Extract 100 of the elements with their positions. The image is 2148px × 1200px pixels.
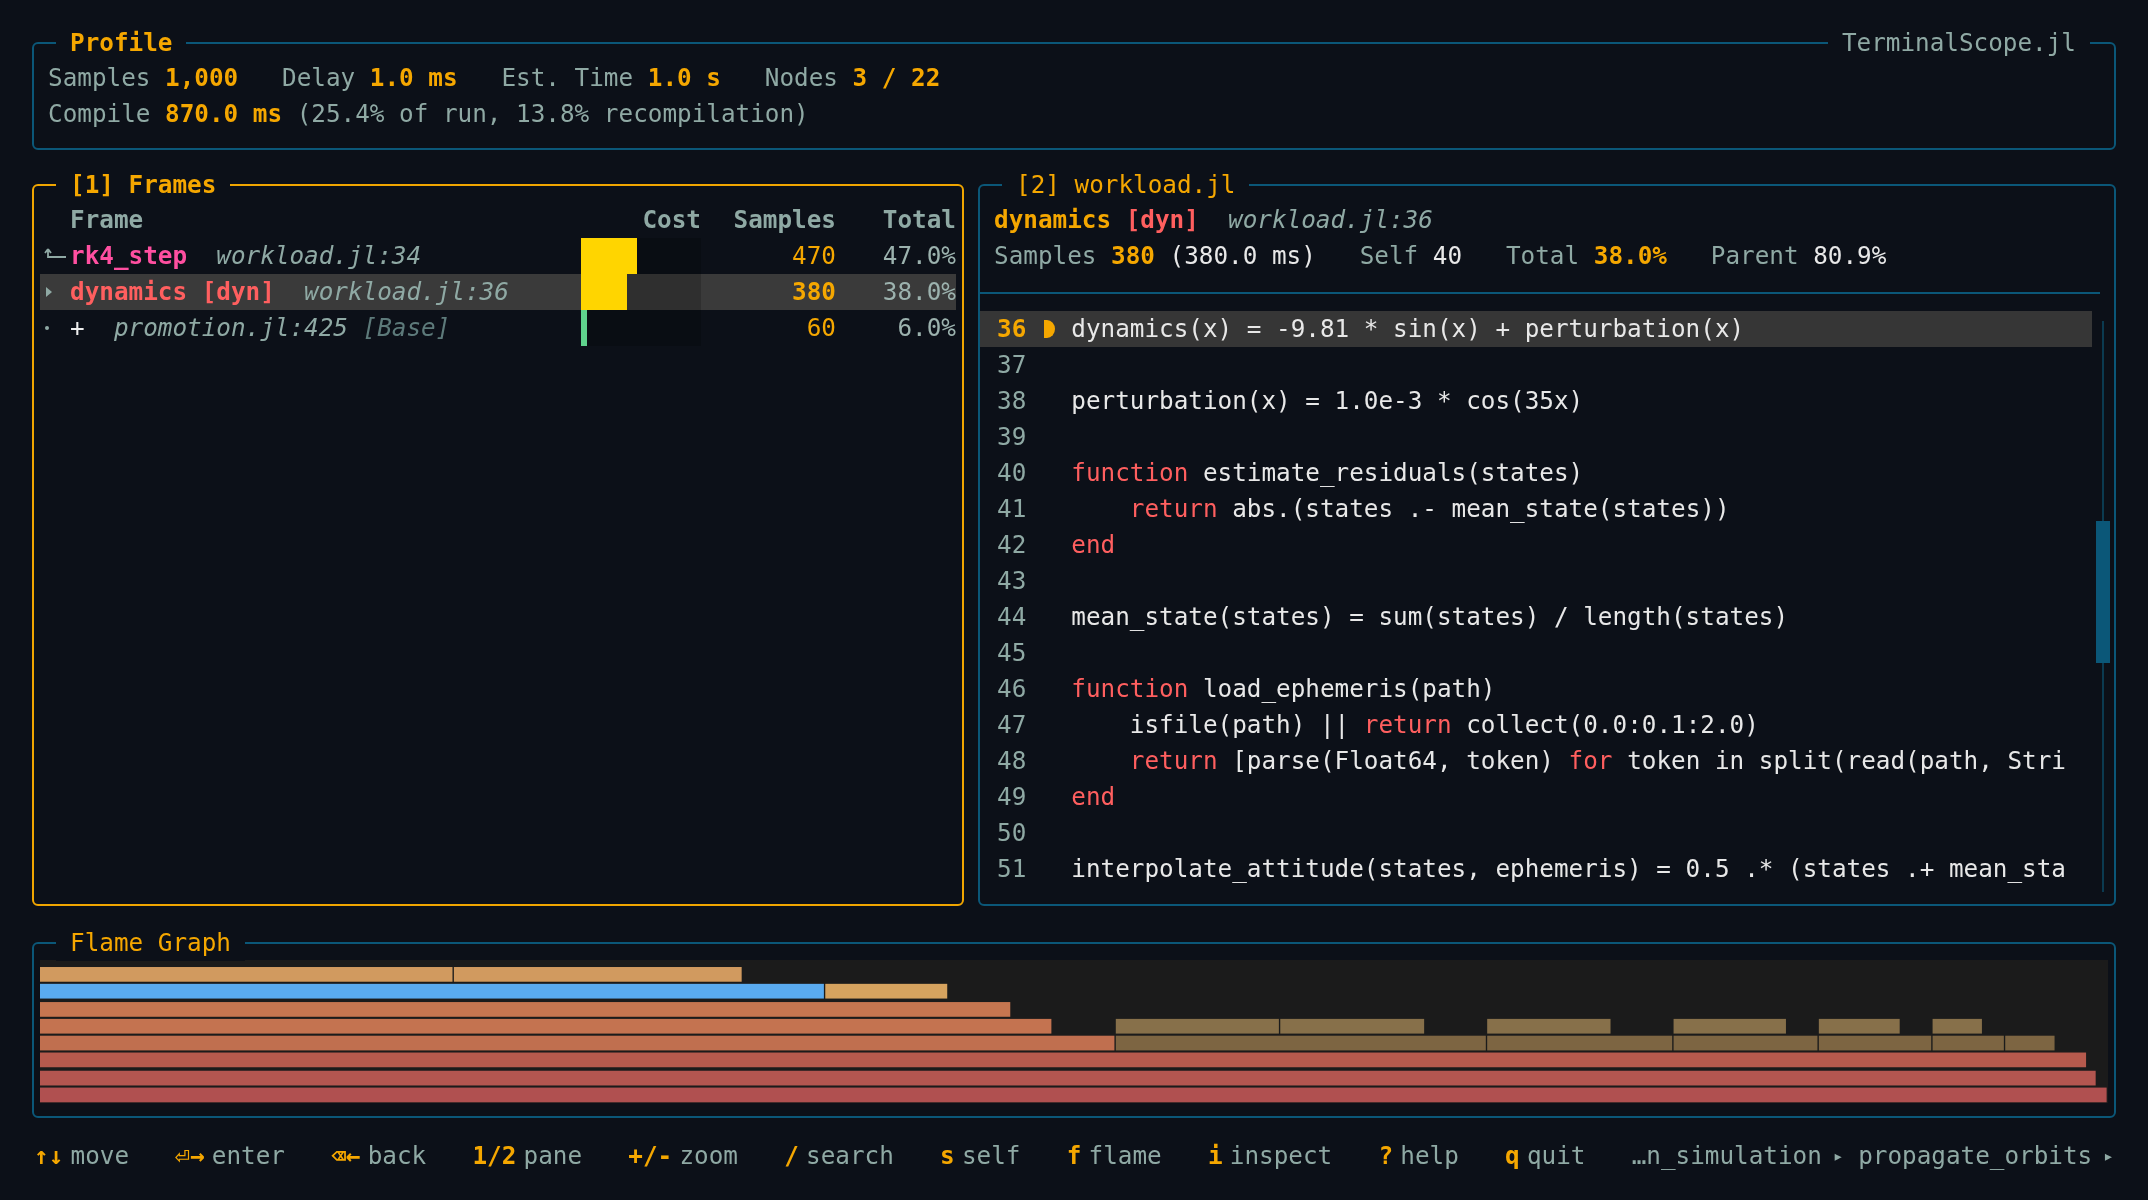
function-name: dynamics bbox=[994, 204, 1112, 236]
stat-value: 870.0 ms bbox=[165, 98, 283, 130]
column-header: Total bbox=[881, 204, 956, 236]
key-hint: f bbox=[1066, 1140, 1082, 1172]
stat-value: 40 bbox=[1432, 240, 1463, 272]
stat-label: Samples bbox=[994, 240, 1097, 272]
key-label: zoom bbox=[679, 1140, 738, 1172]
stat-value: 380 bbox=[1111, 240, 1155, 272]
code-text: interpolate_attitude(states, ephemeris) = 0.5 .* (states .+ mean_sta bbox=[1071, 853, 2066, 885]
function-name: rk4_step bbox=[70, 240, 188, 272]
code-text: function estimate_residuals(states) bbox=[1071, 457, 1584, 489]
code-text: mean_state(states) = sum(states) / length(states) bbox=[1071, 601, 1789, 633]
file-location: workload.jl:36 bbox=[304, 276, 509, 308]
code-text: function load_ephemeris(path) bbox=[1071, 673, 1496, 705]
frame-tag: [dyn] bbox=[201, 274, 275, 310]
key-label: search bbox=[806, 1140, 894, 1172]
code-text: perturbation(x) = 1.0e-3 * cos(35x) bbox=[1071, 385, 1584, 417]
stat-value: 1.0 s bbox=[647, 63, 721, 92]
total-percent: 6.0% bbox=[896, 312, 956, 344]
stat-value: 38.0% bbox=[1593, 240, 1667, 272]
line-number: 51 bbox=[997, 853, 1027, 885]
line-number: 43 bbox=[997, 565, 1027, 597]
line-number: 41 bbox=[997, 493, 1027, 525]
line-number: 49 bbox=[997, 781, 1027, 813]
stat-detail: (380.0 ms) bbox=[1169, 240, 1316, 272]
key-hint: i bbox=[1207, 1140, 1223, 1172]
stat-label: Self bbox=[1359, 240, 1419, 272]
stat-value: 80.9% bbox=[1813, 240, 1887, 272]
line-number: 40 bbox=[997, 457, 1027, 489]
line-number: 39 bbox=[997, 421, 1027, 453]
line-number: 37 bbox=[997, 349, 1027, 381]
key-hint: ↑↓ bbox=[34, 1140, 64, 1172]
key-hint: ? bbox=[1378, 1140, 1394, 1172]
file-location: promotion.jl:425 bbox=[113, 312, 348, 344]
line-number: 47 bbox=[997, 709, 1027, 741]
code-text: end bbox=[1071, 781, 1116, 813]
frame-tag: [dyn] bbox=[1125, 202, 1199, 238]
key-label: flame bbox=[1088, 1140, 1162, 1172]
stat-label: Samples bbox=[48, 63, 151, 92]
key-label: move bbox=[70, 1140, 130, 1172]
dot-icon bbox=[44, 325, 50, 331]
sample-count: 60 bbox=[805, 312, 836, 344]
key-hint: ⌫← bbox=[331, 1140, 361, 1172]
total-percent: 38.0% bbox=[881, 276, 956, 308]
line-number: 50 bbox=[997, 817, 1027, 849]
stat-label: Compile bbox=[48, 98, 151, 130]
breadcrumb-separator: ▸ bbox=[2103, 1144, 2114, 1168]
line-number: 46 bbox=[997, 673, 1027, 705]
stat-label: Est. Time bbox=[501, 63, 634, 92]
line-number: 48 bbox=[997, 745, 1027, 777]
frame-row[interactable]: rk4_step workload.jl:34 470 47.0% bbox=[40, 238, 956, 274]
stat-value: 3 / 22 bbox=[852, 63, 941, 92]
key-hint: q bbox=[1505, 1140, 1520, 1172]
function-name: + bbox=[70, 312, 85, 344]
key-label: self bbox=[961, 1140, 1021, 1172]
key-hint: 1/2 bbox=[472, 1140, 517, 1172]
sample-count: 470 bbox=[791, 240, 836, 272]
file-location: workload.jl:36 bbox=[1228, 204, 1433, 236]
line-number: 42 bbox=[997, 529, 1027, 561]
stat-value: 1,000 bbox=[165, 63, 239, 92]
code-text: end bbox=[1071, 529, 1116, 561]
line-number: 45 bbox=[997, 637, 1027, 669]
code-text: return [parse(Float64, token) for token in split(read(path, Stri bbox=[1128, 745, 2066, 777]
key-label: back bbox=[367, 1140, 427, 1172]
function-name: dynamics bbox=[70, 276, 188, 308]
column-header: Frame bbox=[70, 204, 145, 236]
stat-label: Total bbox=[1506, 240, 1580, 272]
frame-row[interactable]: dynamics [dyn] workload.jl:36 380 38.0% bbox=[40, 274, 956, 310]
stat-label: Delay bbox=[282, 63, 356, 92]
column-header: Cost bbox=[641, 204, 701, 236]
total-percent: 47.0% bbox=[881, 240, 956, 272]
stat-value: 1.0 ms bbox=[369, 63, 458, 92]
frame-row[interactable]: + promotion.jl:425 [Base] 60 6.0% bbox=[40, 310, 956, 346]
current-line-marker-icon bbox=[1042, 319, 1055, 339]
key-hint: +/- bbox=[628, 1140, 673, 1172]
stat-detail: (25.4% of run, 13.8% recompilation) bbox=[296, 98, 809, 130]
breadcrumb-item[interactable]: propagate_orbits bbox=[1858, 1138, 2093, 1174]
key-label: enter bbox=[211, 1140, 285, 1172]
key-label: inspect bbox=[1229, 1140, 1333, 1172]
key-label: quit bbox=[1527, 1140, 1586, 1172]
breadcrumb-item[interactable]: …n_simulation bbox=[1631, 1138, 1822, 1174]
stat-label: Parent bbox=[1710, 240, 1799, 272]
breadcrumb-separator: ▸ bbox=[1832, 1144, 1844, 1168]
key-hint: / bbox=[784, 1140, 799, 1172]
key-hint: s bbox=[940, 1140, 955, 1172]
key-label: help bbox=[1400, 1140, 1459, 1172]
sample-count: 380 bbox=[791, 276, 836, 308]
caret-icon bbox=[44, 285, 54, 299]
code-text: isfile(path) || return collect(0.0:0.1:2.0) bbox=[1128, 709, 1759, 741]
module-name: [Base] bbox=[362, 312, 451, 344]
code-text: return abs.(states .- mean_state(states)) bbox=[1128, 493, 1730, 525]
column-header: Samples bbox=[732, 204, 836, 236]
file-location: workload.jl:34 bbox=[216, 240, 422, 272]
stat-label: Nodes bbox=[764, 63, 838, 92]
key-label: pane bbox=[523, 1140, 583, 1172]
key-hint: ⏎→ bbox=[175, 1140, 205, 1172]
code-text: dynamics(x) = -9.81 * sin(x) + perturbation(x) bbox=[1071, 313, 1745, 345]
line-number: 44 bbox=[997, 601, 1027, 633]
line-number: 38 bbox=[997, 385, 1027, 417]
line-number: 36 bbox=[997, 313, 1027, 345]
